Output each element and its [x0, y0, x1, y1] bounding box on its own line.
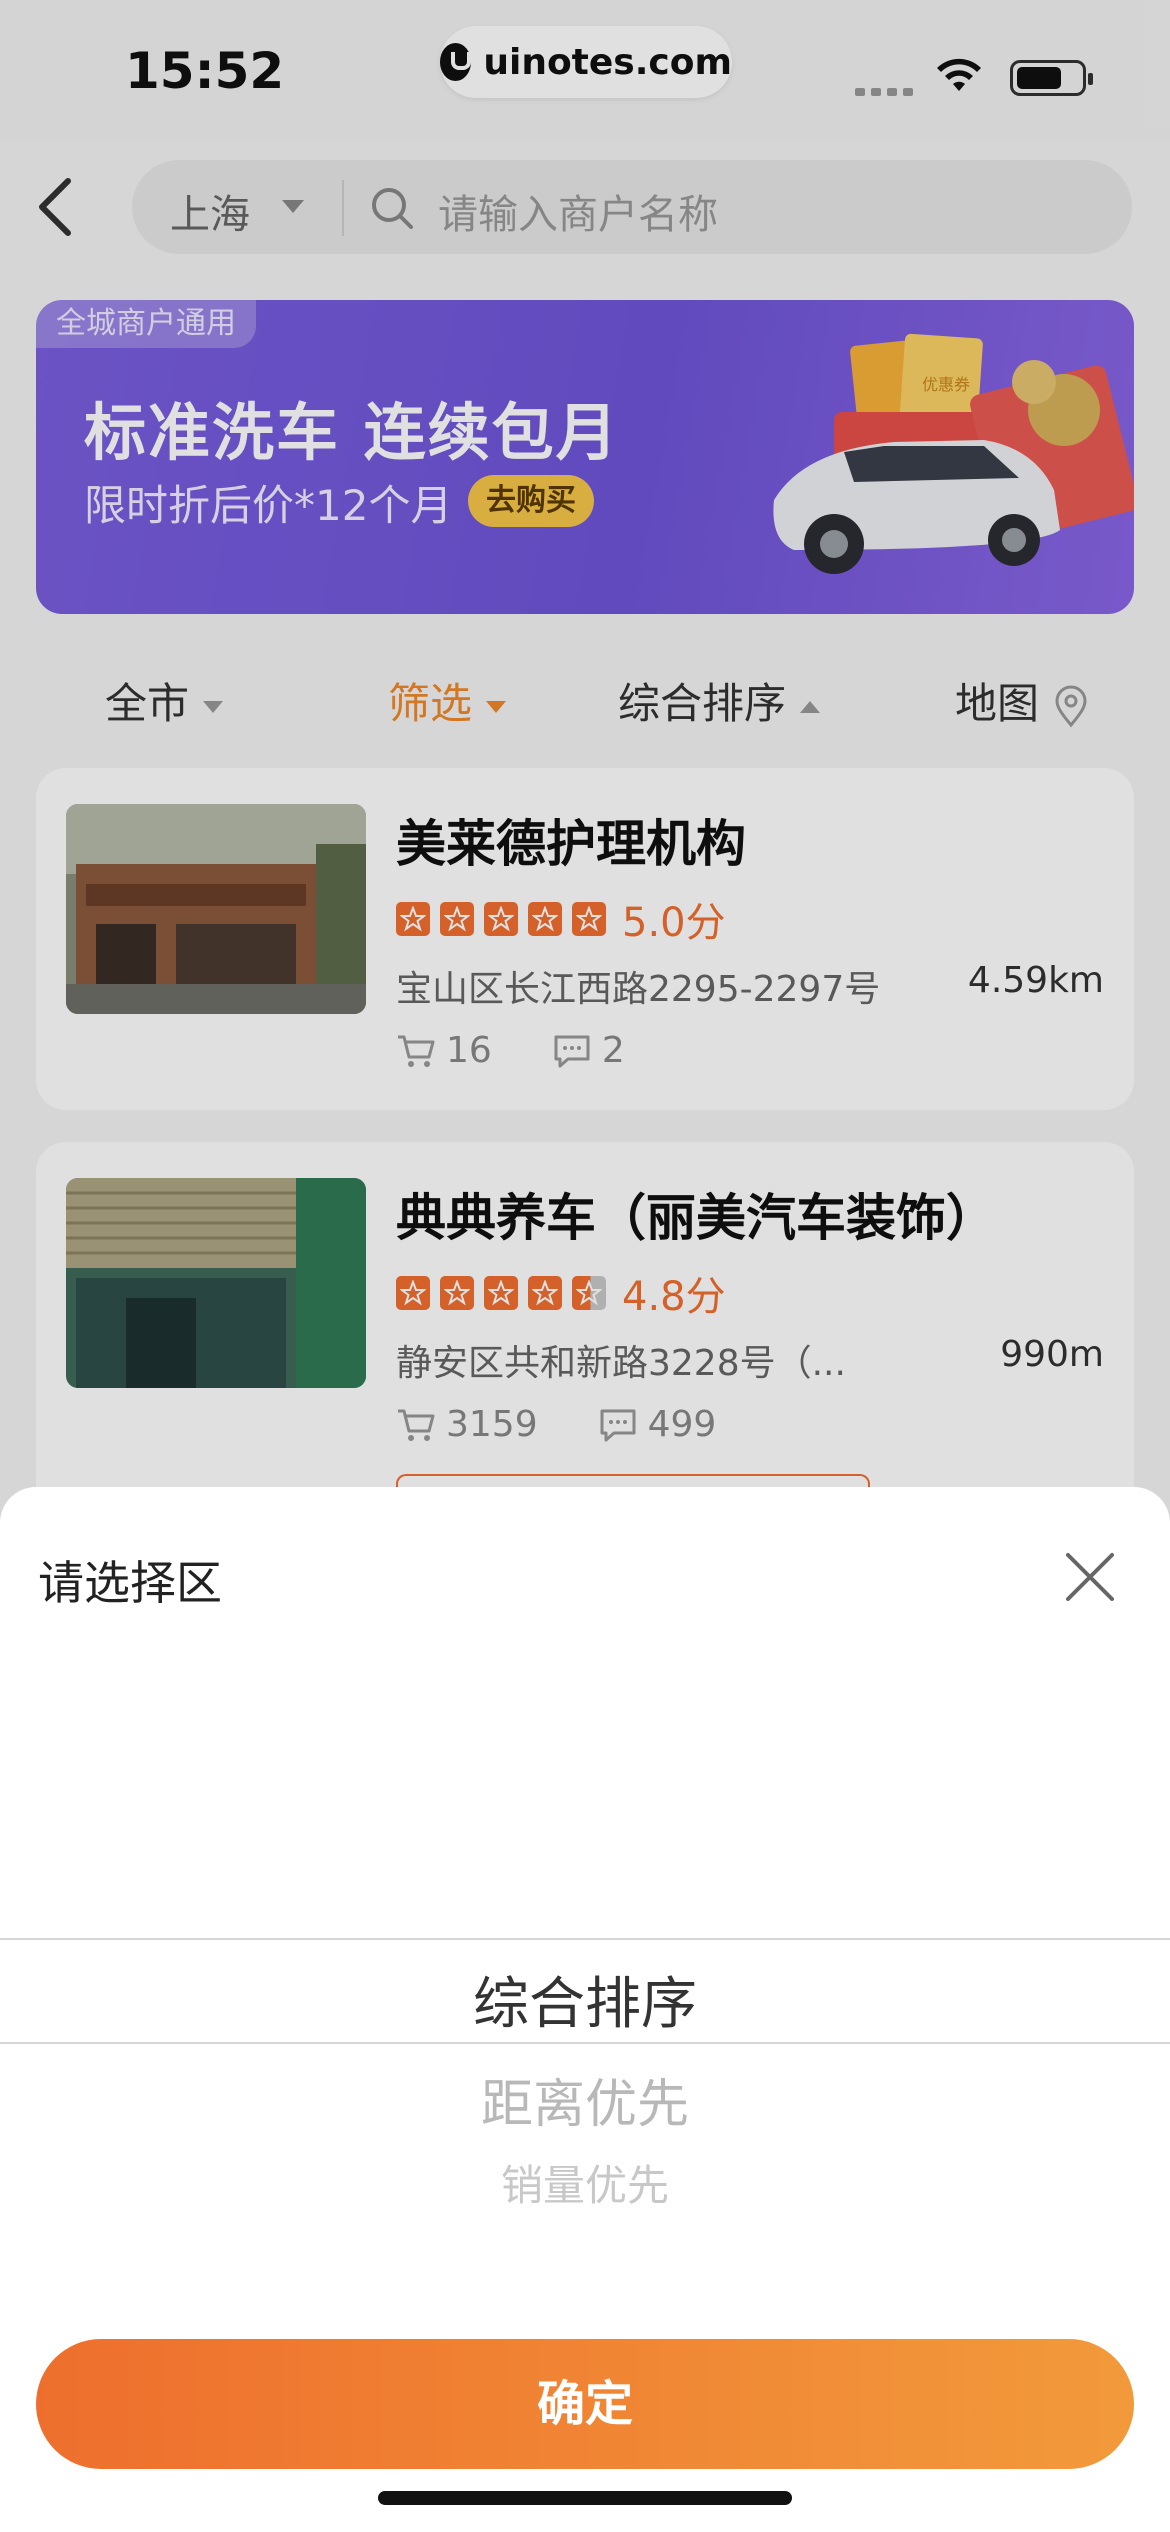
picker-option-selected[interactable]: 综合排序: [0, 1959, 1170, 2040]
close-icon[interactable]: [1062, 1549, 1118, 1605]
sort-picker-sheet: 请选择区 综合排序 距离优先 销量优先 确定: [0, 1487, 1170, 2532]
picker-option[interactable]: 销量优先: [0, 2152, 1170, 2213]
picker-divider-bottom: [0, 2042, 1170, 2044]
confirm-button[interactable]: 确定: [36, 2339, 1134, 2469]
picker-option[interactable]: 距离优先: [0, 2062, 1170, 2137]
picker-divider-top: [0, 1938, 1170, 1940]
home-indicator: [378, 2491, 792, 2505]
sheet-title: 请选择区: [38, 1556, 222, 1610]
